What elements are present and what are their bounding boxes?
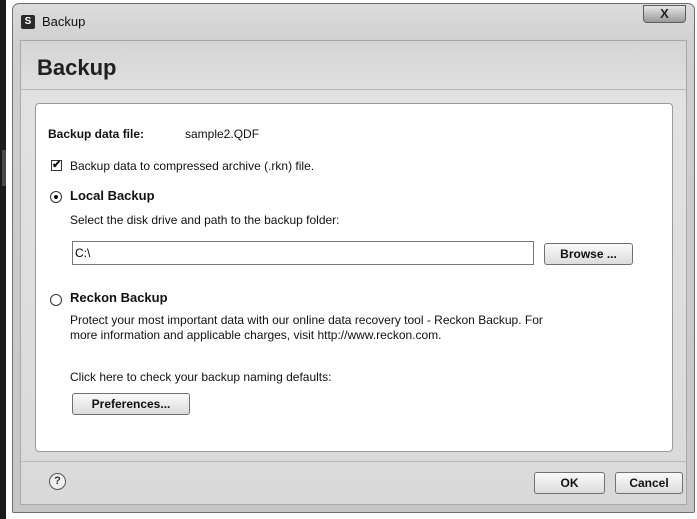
compress-label[interactable]: Backup data to compressed archive (.rkn)… [70, 159, 314, 173]
background-window-handle [2, 150, 6, 186]
help-icon[interactable]: ? [49, 473, 66, 490]
local-backup-radio[interactable] [50, 191, 62, 203]
reckon-backup-description-line2: more information and applicable charges,… [70, 328, 442, 342]
backup-path-input[interactable] [72, 241, 534, 265]
reckon-backup-description-line1: Protect your most important data with ou… [70, 313, 543, 327]
header-divider [21, 89, 686, 90]
background-window-edge [0, 0, 6, 519]
local-backup-label[interactable]: Local Backup [70, 188, 155, 203]
backup-file-label: Backup data file: [48, 127, 145, 141]
page-title: Backup [37, 55, 117, 80]
preferences-button[interactable]: Preferences... [72, 393, 190, 415]
local-backup-description: Select the disk drive and path to the ba… [70, 213, 340, 227]
backup-file-value: sample2.QDF [185, 127, 260, 141]
backup-dialog: S Backup X Backup Backup data file: samp… [12, 3, 695, 513]
reckon-backup-radio[interactable] [50, 294, 62, 306]
app-icon: S [21, 15, 35, 29]
footer-divider [21, 461, 686, 462]
compress-checkbox[interactable]: ✔ [51, 160, 62, 171]
backup-options-panel: Backup data file: sample2.QDF ✔ Backup d… [35, 103, 673, 452]
cancel-button[interactable]: Cancel [615, 472, 683, 494]
dialog-content: Backup Backup data file: sample2.QDF ✔ B… [20, 40, 687, 505]
close-button[interactable]: X [643, 5, 686, 23]
naming-defaults-text: Click here to check your backup naming d… [70, 370, 332, 384]
browse-button[interactable]: Browse ... [544, 243, 633, 265]
reckon-backup-label[interactable]: Reckon Backup [70, 290, 168, 305]
ok-button[interactable]: OK [534, 472, 605, 494]
window-title: Backup [42, 14, 86, 29]
title-bar[interactable]: S Backup X [13, 4, 694, 40]
